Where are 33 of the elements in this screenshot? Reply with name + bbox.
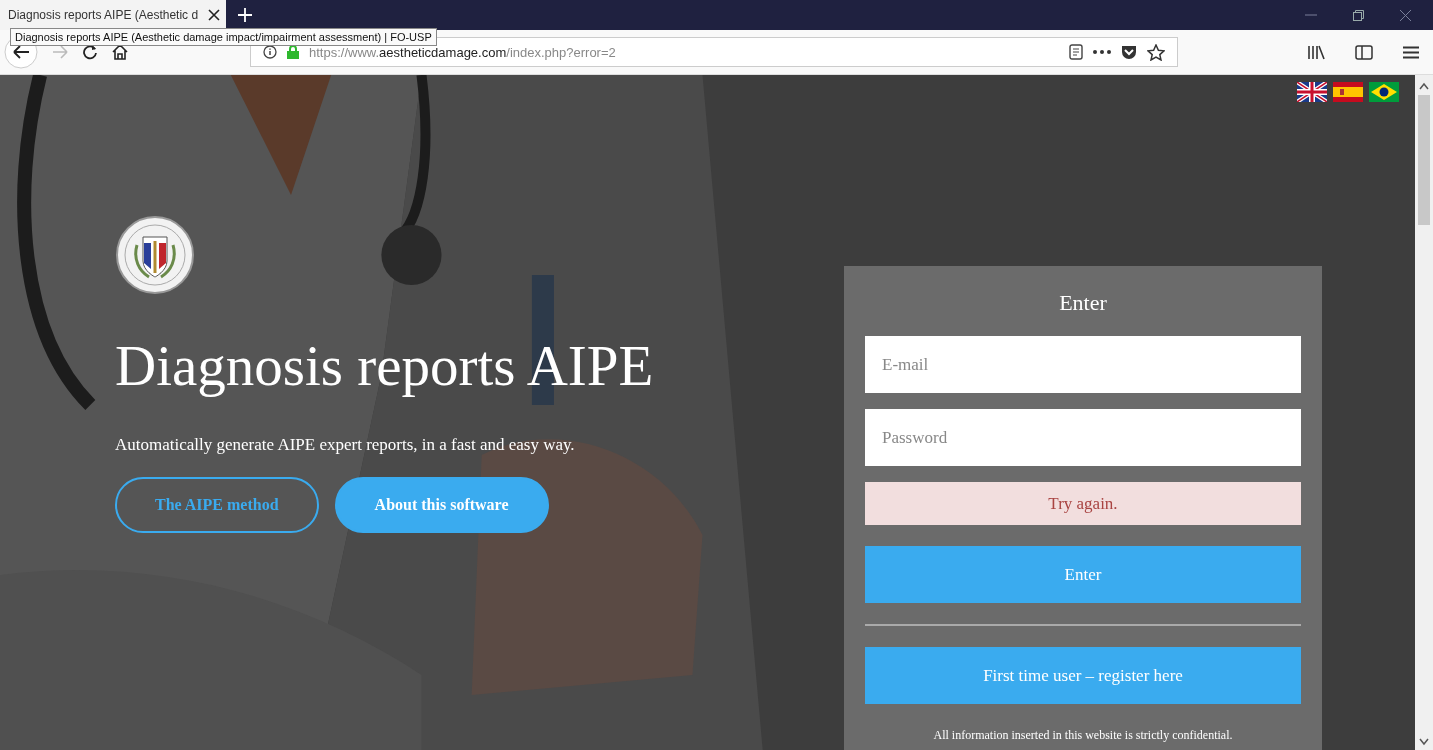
- email-field[interactable]: E-mail: [865, 336, 1301, 393]
- tooltip: Diagnosis reports AIPE (Aesthetic damage impact/impairment assessment) | FO-USP: [10, 28, 437, 46]
- home-icon[interactable]: [112, 44, 128, 60]
- browser-tab[interactable]: Diagnosis reports AIPE (Aesthetic d: [0, 0, 226, 30]
- library-icon[interactable]: [1307, 44, 1325, 60]
- hero-subtitle: Automatically generate AIPE expert reports, in a fast and easy way.: [115, 435, 575, 455]
- star-icon[interactable]: [1147, 43, 1165, 61]
- brazil-flag-icon[interactable]: [1369, 82, 1399, 102]
- close-icon[interactable]: [208, 9, 220, 21]
- error-message: Try again.: [865, 482, 1301, 525]
- restore-icon[interactable]: [1353, 9, 1364, 21]
- register-button[interactable]: First time user – register here: [865, 647, 1301, 704]
- reload-icon[interactable]: [82, 44, 98, 60]
- sidebar-icon[interactable]: [1355, 44, 1373, 60]
- menu-icon[interactable]: [1403, 45, 1419, 59]
- about-button[interactable]: About this software: [334, 477, 549, 533]
- info-icon[interactable]: [263, 45, 277, 59]
- reader-view-icon[interactable]: [1069, 44, 1083, 60]
- url-text: https://www.aestheticdamage.com/index.php?error=2: [309, 44, 616, 60]
- uk-flag-icon[interactable]: [1297, 82, 1327, 102]
- pocket-icon[interactable]: [1121, 44, 1137, 60]
- spain-flag-icon[interactable]: [1333, 82, 1363, 102]
- panel-title: Enter: [1058, 289, 1108, 317]
- lock-icon: [287, 45, 299, 59]
- enter-button[interactable]: Enter: [865, 546, 1301, 603]
- new-tab-icon[interactable]: [238, 8, 252, 22]
- forward-icon[interactable]: [52, 45, 68, 59]
- more-icon[interactable]: [1093, 50, 1111, 54]
- scrollbar[interactable]: [1415, 75, 1433, 750]
- confidentiality-note: All information inserted in this website is strictly confidential.: [932, 727, 1234, 743]
- hero-title: Diagnosis reports AIPE: [115, 333, 654, 399]
- password-field[interactable]: Password: [865, 409, 1301, 466]
- method-button[interactable]: The AIPE method: [115, 477, 319, 533]
